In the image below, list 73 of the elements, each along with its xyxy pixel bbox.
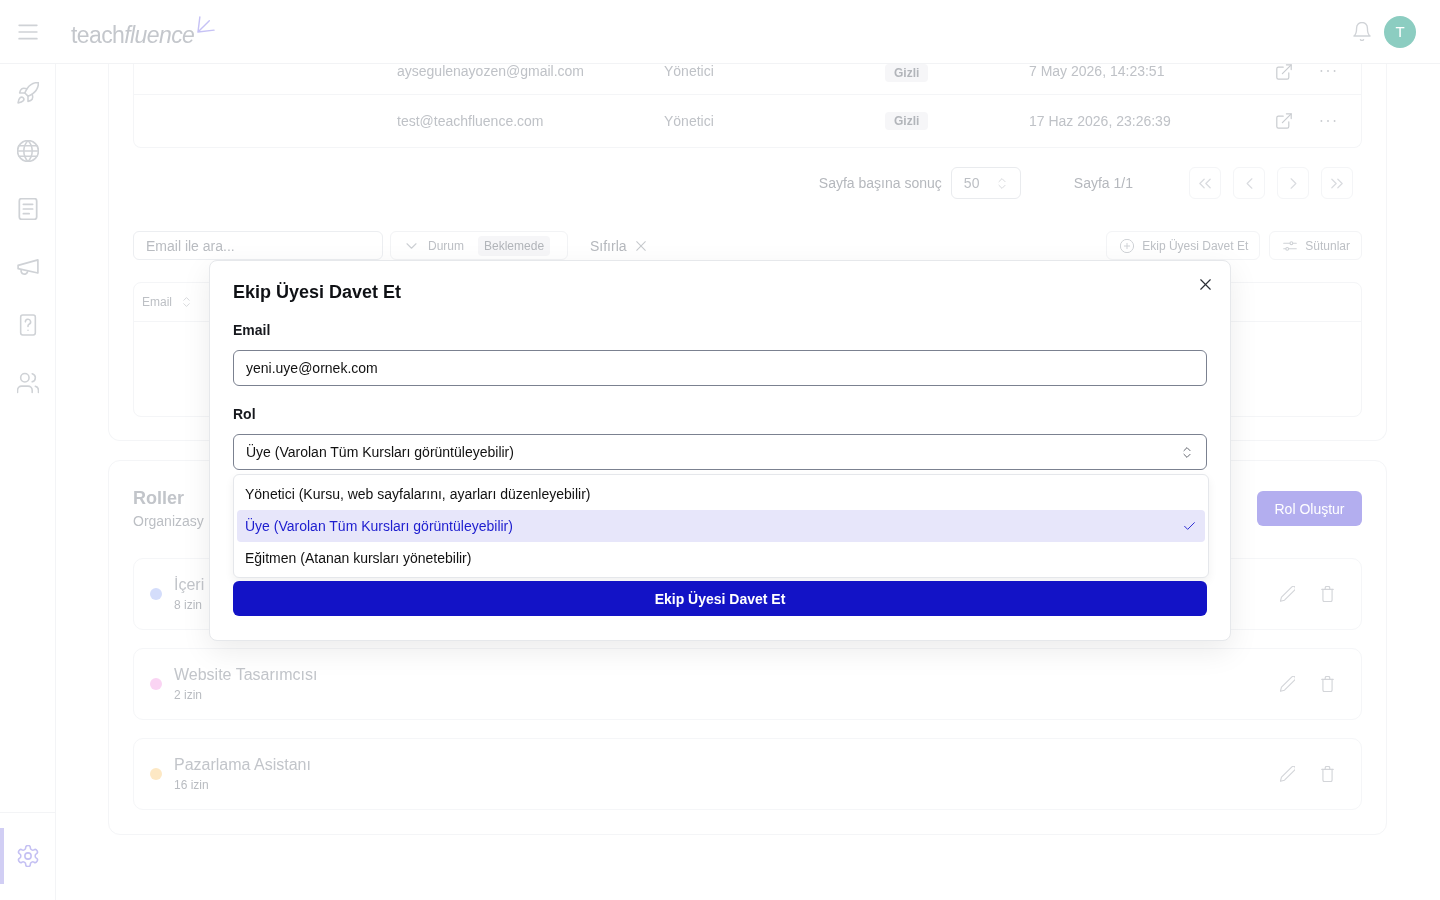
trash-icon[interactable] bbox=[1320, 586, 1335, 602]
pagination-button[interactable] bbox=[1321, 167, 1353, 199]
email-cell: test@teachfluence.com bbox=[397, 113, 544, 129]
sliders-icon bbox=[1283, 238, 1298, 253]
role-name: İçeri bbox=[174, 575, 205, 595]
role-name: Pazarlama Asistanı bbox=[174, 755, 311, 775]
pagination-button[interactable] bbox=[1233, 167, 1265, 199]
section-title: Roller bbox=[133, 487, 185, 510]
permission-count: 8 izin bbox=[174, 597, 203, 613]
per-page-select[interactable]: 50 bbox=[950, 167, 1021, 199]
status-filter-button[interactable]: Durum Beklemede bbox=[390, 231, 568, 260]
external-link-icon[interactable] bbox=[1276, 64, 1292, 80]
column-header[interactable]: Email bbox=[142, 295, 190, 309]
bell-icon[interactable] bbox=[1353, 22, 1371, 41]
permission-count: 2 izin bbox=[174, 687, 203, 703]
role-name: Website Tasarımcısı bbox=[174, 665, 318, 685]
role-row[interactable]: Website Tasarımcısı 2 izin bbox=[133, 648, 1362, 720]
settings-icon bbox=[16, 845, 39, 867]
visibility-badge: Gizli bbox=[885, 64, 929, 82]
permission-count: 16 izin bbox=[174, 777, 210, 793]
pagination-button[interactable] bbox=[1189, 167, 1221, 199]
role-cell: Yönetici bbox=[664, 113, 714, 129]
pencil-icon[interactable] bbox=[1280, 586, 1295, 602]
search-field[interactable]: Email ile ara... bbox=[133, 231, 383, 260]
submit-button[interactable]: Ekip Üyesi Davet Et bbox=[233, 581, 1207, 616]
reset-button[interactable]: Sıfırla bbox=[590, 231, 646, 260]
dropdown-option[interactable]: Yönetici (Kursu, web sayfalarını, ayarları düzenleyebilir) bbox=[237, 478, 1205, 510]
sparkle-icon bbox=[197, 16, 216, 33]
create-role-button[interactable]: Rol Oluştur bbox=[1257, 491, 1362, 526]
sort-icon bbox=[183, 297, 190, 307]
megaphone-icon bbox=[16, 256, 39, 278]
dropdown-option[interactable]: Üye (Varolan Tüm Kursları görüntüleyebilir) bbox=[237, 510, 1205, 542]
field-label: Rol bbox=[233, 405, 256, 424]
field-label: Email bbox=[233, 321, 271, 340]
pencil-icon[interactable] bbox=[1280, 766, 1295, 782]
users-icon bbox=[16, 372, 39, 394]
email-input[interactable]: yeni.uye@ornek.com bbox=[233, 350, 1207, 386]
status-badge: Beklemede bbox=[478, 235, 551, 256]
visibility-badge: Gizli bbox=[885, 112, 929, 130]
dropdown-option[interactable]: Eğitmen (Atanan kursları yönetebilir) bbox=[237, 542, 1205, 574]
chevron-updown-icon bbox=[1183, 446, 1191, 458]
chevron-right-icon bbox=[1289, 177, 1297, 189]
menu-icon[interactable] bbox=[18, 23, 38, 40]
trash-icon[interactable] bbox=[1320, 766, 1335, 782]
email-cell: aysegulenayozen@gmail.com bbox=[397, 64, 584, 78]
invite-button[interactable]: Ekip Üyesi Davet Et bbox=[1106, 231, 1261, 260]
rocket-icon bbox=[16, 82, 39, 104]
chevron-down-icon bbox=[406, 242, 417, 249]
role-row[interactable]: Pazarlama Asistanı 16 izin bbox=[133, 738, 1362, 810]
role-select[interactable]: Üye (Varolan Tüm Kursları görüntüleyebilir) bbox=[233, 434, 1207, 470]
chevron-left-icon bbox=[1245, 177, 1253, 189]
date-cell: 17 Haz 2026, 23:26:39 bbox=[1029, 113, 1171, 129]
trash-icon[interactable] bbox=[1320, 676, 1335, 692]
date-cell: 7 May 2026, 14:23:51 bbox=[1029, 64, 1165, 78]
pencil-icon[interactable] bbox=[1280, 676, 1295, 692]
pagination-button[interactable] bbox=[1277, 167, 1309, 199]
double-chevron-left-icon bbox=[1199, 177, 1211, 189]
x-icon bbox=[635, 240, 646, 251]
logo-text: teachfluence bbox=[71, 20, 195, 49]
columns-button[interactable]: Sütunlar bbox=[1269, 231, 1362, 260]
avatar[interactable]: T bbox=[1384, 15, 1416, 48]
dialog-title: Ekip Üyesi Davet Et bbox=[233, 281, 402, 304]
double-chevron-right-icon bbox=[1331, 177, 1343, 189]
role-cell: Yönetici bbox=[664, 64, 714, 78]
close-icon[interactable] bbox=[1200, 279, 1211, 290]
page-label: Sayfa 1/1 bbox=[1073, 175, 1133, 191]
external-link-icon[interactable] bbox=[1276, 113, 1292, 129]
chevron-updown-icon bbox=[997, 177, 1006, 189]
section-subtitle: Organizasy bbox=[133, 512, 204, 531]
globe-icon bbox=[16, 140, 39, 162]
document-icon bbox=[16, 198, 39, 220]
check-icon bbox=[1184, 522, 1195, 530]
per-page-label: Sayfa başına sonuç bbox=[818, 175, 942, 191]
